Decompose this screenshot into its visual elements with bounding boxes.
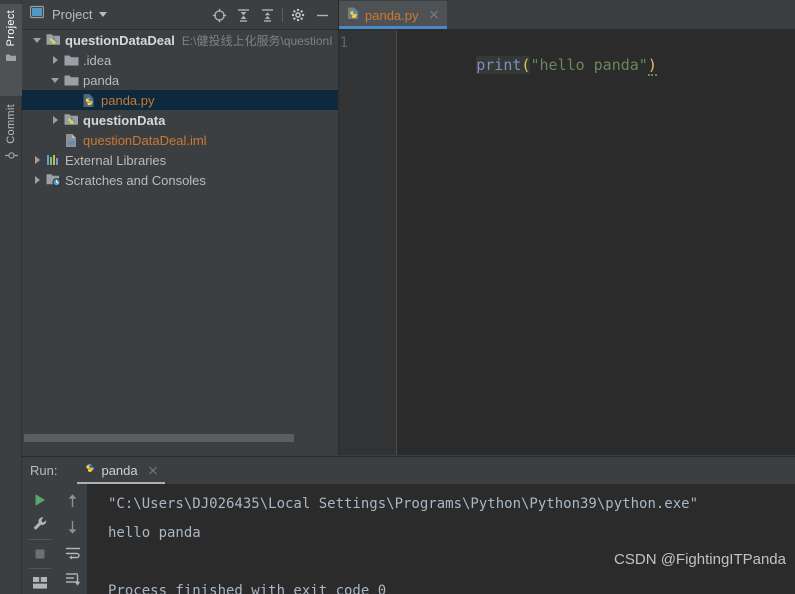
python-file-icon: [347, 6, 360, 25]
chevron-right-icon[interactable]: [48, 110, 62, 130]
tree-row-label: panda.py: [101, 92, 155, 108]
python-file-icon: [83, 461, 96, 480]
pycharm-window: Project Commit Project questionDataDeal …: [0, 0, 795, 594]
python-file-icon: [80, 93, 98, 108]
editor-tab-label: panda.py: [365, 7, 419, 23]
code-editor[interactable]: 1 print("hello panda"): [339, 30, 795, 455]
project-tool-window: Project questionDataDeal E:\健投线上化服务\ques…: [22, 0, 338, 455]
tree-row-label: Scratches and Consoles: [65, 172, 206, 188]
scroll-to-end-icon[interactable]: [60, 566, 86, 592]
tree-row[interactable]: questionData: [22, 110, 338, 130]
run-toolbar-secondary: [58, 484, 88, 594]
settings-gear-icon[interactable]: [286, 3, 310, 27]
console-line: "C:\Users\DJ026435\Local Settings\Progra…: [108, 496, 699, 512]
run-tab-panda[interactable]: panda: [77, 458, 165, 484]
chevron-right-icon[interactable]: [30, 150, 44, 170]
run-panel-body: "C:\Users\DJ026435\Local Settings\Progra…: [22, 484, 795, 594]
rerun-icon[interactable]: [27, 488, 53, 512]
editor-area: panda.py 1 print("hello panda"): [339, 0, 795, 455]
python-module-root-icon: [44, 33, 62, 47]
editor-gutter: 1: [339, 30, 397, 455]
tool-window-button-commit[interactable]: Commit: [0, 100, 22, 184]
code-content[interactable]: print("hello panda"): [397, 30, 795, 455]
python-module-root-icon: [62, 113, 80, 127]
tree-row-label: questionDataDeal: [65, 32, 175, 48]
toolbar-divider: [29, 567, 51, 569]
tree-row-label: External Libraries: [65, 152, 167, 168]
tool-window-button-project[interactable]: Project: [0, 4, 22, 96]
arrow-up-icon[interactable]: [60, 488, 86, 514]
run-panel-title: Run:: [30, 463, 58, 478]
tree-row-label: .idea: [83, 52, 112, 68]
chevron-down-icon[interactable]: [48, 70, 62, 90]
chevron-down-icon[interactable]: [99, 12, 108, 17]
tool-window-button-commit-label: Commit: [5, 104, 17, 144]
wrench-settings-icon[interactable]: [27, 512, 53, 536]
select-opened-file-icon[interactable]: [207, 3, 231, 27]
soft-wrap-icon[interactable]: [60, 540, 86, 566]
tree-row-label: panda: [83, 72, 120, 88]
chevron-right-icon[interactable]: [48, 50, 62, 70]
project-panel-title: Project: [52, 7, 93, 22]
run-console-output[interactable]: "C:\Users\DJ026435\Local Settings\Progra…: [88, 484, 795, 594]
collapse-all-icon[interactable]: [255, 3, 279, 27]
tree-row[interactable]: questionDataDeal.iml: [22, 130, 338, 150]
tree-row[interactable]: panda: [22, 70, 338, 90]
close-icon[interactable]: [428, 9, 440, 21]
folder-icon: [62, 54, 80, 67]
toolbar-divider: [29, 538, 51, 540]
run-toolbar-primary: [22, 484, 58, 594]
project-horizontal-scrollbar[interactable]: [22, 433, 338, 443]
console-line: hello panda: [108, 525, 201, 541]
line-number: 1: [339, 35, 348, 51]
iml-file-icon: [62, 133, 80, 148]
left-tool-strip: Project Commit: [0, 0, 22, 594]
tree-row-label: questionData: [83, 112, 166, 128]
code-token-string: "hello panda": [530, 56, 648, 74]
console-line: Process finished with exit code 0: [108, 583, 387, 594]
chevron-right-icon[interactable]: [30, 170, 44, 190]
tree-row-path-hint: E:\健投线上化服务\questionI: [181, 33, 333, 48]
libraries-icon: [44, 153, 62, 167]
tree-row[interactable]: .idea: [22, 50, 338, 70]
scratches-icon: [44, 173, 62, 187]
project-window-icon: [29, 5, 45, 24]
tab-active-underline: [339, 26, 447, 29]
editor-tab-panda-py[interactable]: panda.py: [339, 1, 447, 29]
code-token-print: print: [476, 56, 522, 74]
hide-panel-icon[interactable]: [310, 3, 334, 27]
tree-row[interactable]: Scratches and Consoles: [22, 170, 338, 190]
tree-row[interactable]: questionDataDeal E:\健投线上化服务\questionI: [22, 30, 338, 50]
toolbar-divider: [282, 8, 283, 22]
code-token-close-paren: ): [647, 56, 657, 76]
close-icon[interactable]: [147, 465, 159, 477]
run-panel-header: Run: panda: [22, 457, 795, 484]
folder-icon: [62, 74, 80, 87]
project-panel-toolbar: [207, 0, 334, 30]
run-tool-window: Run: panda "C:\Users\DJ026435\Local Sett…: [22, 456, 795, 594]
project-panel-header: Project: [22, 0, 338, 30]
tree-row[interactable]: panda.py: [22, 90, 338, 110]
project-tree[interactable]: questionDataDeal E:\健投线上化服务\questionI .ide…: [22, 30, 338, 440]
tree-row[interactable]: External Libraries: [22, 150, 338, 170]
scrollbar-thumb[interactable]: [24, 434, 294, 442]
stop-icon[interactable]: [27, 542, 53, 566]
layout-icon[interactable]: [27, 571, 53, 594]
expand-all-icon[interactable]: [231, 3, 255, 27]
tree-row-label: questionDataDeal.iml: [83, 132, 207, 148]
tool-window-button-project-label: Project: [5, 10, 17, 47]
commit-icon: [4, 149, 18, 165]
arrow-down-icon[interactable]: [60, 514, 86, 540]
chevron-down-icon[interactable]: [30, 30, 44, 50]
editor-tab-bar: panda.py: [339, 0, 795, 30]
run-tab-label: panda: [101, 463, 138, 478]
project-panel-icon: [5, 51, 17, 66]
